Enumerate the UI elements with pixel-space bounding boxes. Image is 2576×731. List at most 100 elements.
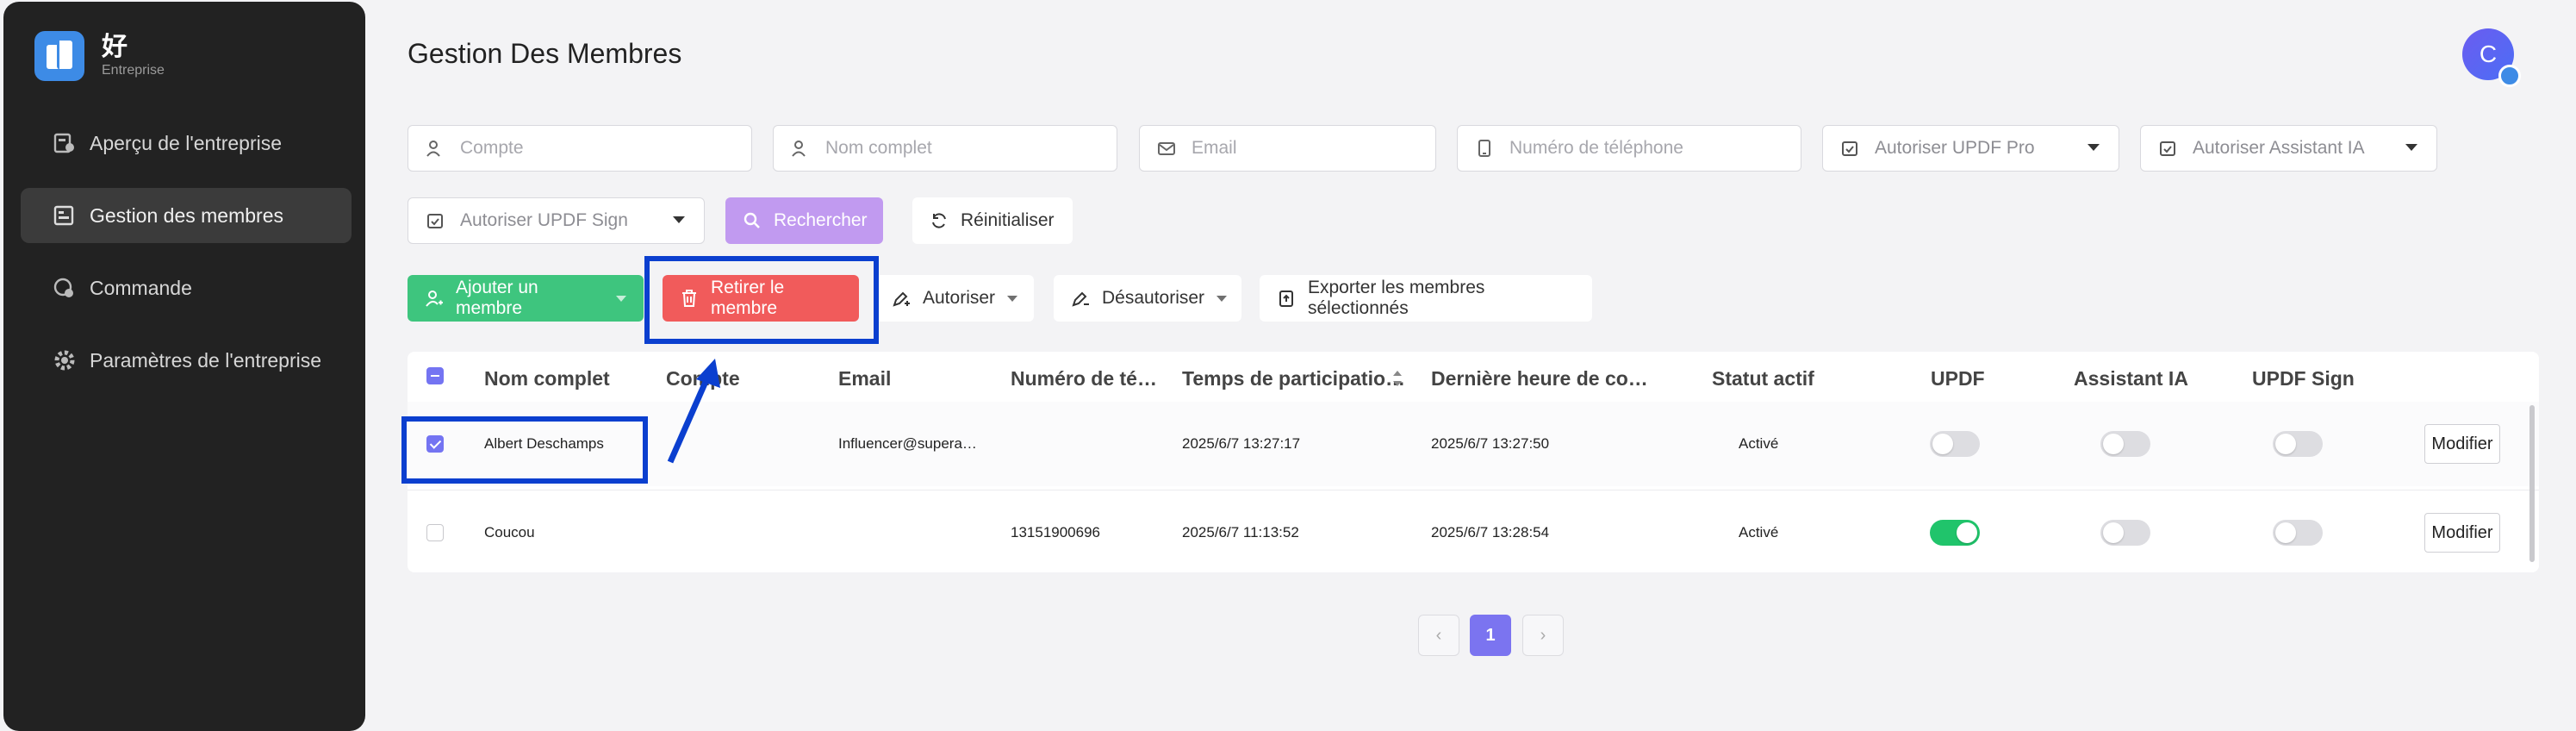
fullname-placeholder: Nom complet <box>825 138 932 158</box>
column-header[interactable]: Numéro de té… <box>1011 367 1157 390</box>
reset-button[interactable]: Réinitialiser <box>912 197 1073 244</box>
deauthorize-button[interactable]: Désautoriser <box>1054 275 1241 322</box>
annotation-highlight-box <box>644 256 879 344</box>
sidebar-item-members[interactable]: Gestion des membres <box>21 188 352 243</box>
user-icon <box>426 139 445 158</box>
select-all-checkbox[interactable] <box>426 367 444 384</box>
brand: 好 Entreprise <box>34 31 165 81</box>
edit-button[interactable]: Modifier <box>2424 513 2500 553</box>
column-header[interactable]: Temps de participatio… <box>1182 367 1405 390</box>
chevron-down-icon <box>2088 144 2100 151</box>
page-number-button[interactable]: 1 <box>1470 615 1511 656</box>
sort-icon[interactable] <box>1391 369 1403 392</box>
ai-select-value: Autoriser Assistant IA <box>2193 138 2365 158</box>
page-title: Gestion Des Membres <box>408 38 682 69</box>
sidebar-item-label: Paramètres de l'entreprise <box>90 348 322 372</box>
sidebar-item-label: Gestion des membres <box>90 203 283 227</box>
settings-gear-icon <box>53 349 76 372</box>
annotation-arrow-icon <box>667 359 720 464</box>
authorize-label: Autoriser <box>923 288 996 308</box>
column-header[interactable]: UPDF <box>1931 367 1985 390</box>
updf-sign-select-value: Autoriser UPDF Sign <box>460 210 628 230</box>
brand-logo-icon <box>34 31 84 81</box>
cell-phone: 13151900696 <box>1011 524 1101 540</box>
search-button-label: Rechercher <box>774 210 868 230</box>
chevron-down-icon <box>1007 295 1018 302</box>
search-icon <box>743 211 762 230</box>
search-button[interactable]: Rechercher <box>725 197 883 244</box>
column-header[interactable]: Email <box>838 367 891 390</box>
calendar-check-icon <box>1840 139 1859 158</box>
email-input[interactable]: Email <box>1139 125 1436 172</box>
chevron-down-icon <box>616 295 626 302</box>
pen-minus-icon <box>1071 289 1090 308</box>
cell-email: Influencer@supera… <box>838 435 977 452</box>
export-icon <box>1277 289 1296 308</box>
edit-button[interactable]: Modifier <box>2424 424 2500 464</box>
chevron-down-icon <box>673 216 685 223</box>
account-input[interactable]: Compte <box>408 125 752 172</box>
add-user-icon <box>425 289 444 308</box>
sidebar-item-label: Commande <box>90 276 192 299</box>
sign-toggle[interactable] <box>2273 431 2323 457</box>
table-scrollbar[interactable] <box>2529 405 2535 562</box>
cell-status: Activé <box>1739 524 1779 540</box>
brand-name: 好 <box>102 33 128 61</box>
column-header[interactable]: Nom complet <box>484 367 610 390</box>
sidebar-item-overview[interactable]: Aperçu de l'entreprise <box>21 116 352 171</box>
calendar-check-icon <box>426 211 445 230</box>
reset-button-label: Réinitialiser <box>961 210 1055 230</box>
updf-pro-select-value: Autoriser UPDF Pro <box>1875 138 2035 158</box>
overview-icon <box>53 132 76 154</box>
sidebar: 好 Entreprise Aperçu de l'entreprise Gest… <box>3 2 365 731</box>
sidebar-item-settings[interactable]: Paramètres de l'entreprise <box>21 333 352 388</box>
sidebar-item-order[interactable]: Commande <box>21 260 352 316</box>
row-checkbox[interactable] <box>426 524 444 541</box>
column-header[interactable]: UPDF Sign <box>2252 367 2355 390</box>
cell-last-login: 2025/6/7 13:28:54 <box>1431 524 1550 540</box>
sign-toggle[interactable] <box>2273 520 2323 546</box>
fullname-input[interactable]: Nom complet <box>773 125 1117 172</box>
deauthorize-label: Désautoriser <box>1102 288 1205 308</box>
user-icon <box>791 139 810 158</box>
refresh-icon <box>930 211 949 230</box>
chevron-down-icon <box>2405 144 2417 151</box>
phone-icon <box>1475 139 1494 158</box>
updf-sign-select[interactable]: Autoriser UPDF Sign <box>408 197 705 244</box>
sidebar-item-label: Aperçu de l'entreprise <box>90 131 283 154</box>
pen-plus-icon <box>892 289 911 308</box>
updf-toggle[interactable] <box>1930 520 1980 546</box>
avatar-badge-icon <box>2498 65 2521 87</box>
column-header[interactable]: Statut actif <box>1712 367 1814 390</box>
updf-pro-select[interactable]: Autoriser UPDF Pro <box>1822 125 2119 172</box>
chevron-down-icon <box>1216 295 1228 302</box>
add-member-label: Ajouter un membre <box>456 278 538 318</box>
column-header[interactable]: Assistant IA <box>2074 367 2188 390</box>
cell-joined: 2025/6/7 13:27:17 <box>1182 435 1301 452</box>
ai-select[interactable]: Autoriser Assistant IA <box>2140 125 2437 172</box>
cell-joined: 2025/6/7 11:13:52 <box>1182 524 1299 540</box>
phone-input[interactable]: Numéro de téléphone <box>1457 125 1801 172</box>
ai-toggle[interactable] <box>2100 431 2150 457</box>
table-row: Coucou 13151900696 2025/6/7 11:13:52 202… <box>408 490 2539 574</box>
members-icon <box>53 204 76 227</box>
annotation-highlight-box <box>401 416 648 484</box>
phone-placeholder: Numéro de téléphone <box>1509 138 1683 158</box>
column-header[interactable]: Dernière heure de co… <box>1431 367 1648 390</box>
add-member-button[interactable]: Ajouter un membre <box>408 275 644 322</box>
cell-last-login: 2025/6/7 13:27:50 <box>1431 435 1550 452</box>
brand-subtitle: Entreprise <box>102 63 165 78</box>
authorize-button[interactable]: Autoriser <box>874 275 1034 322</box>
export-button[interactable]: Exporter les membres sélectionnés <box>1260 275 1592 322</box>
updf-toggle[interactable] <box>1930 431 1980 457</box>
calendar-check-icon <box>2158 139 2177 158</box>
email-placeholder: Email <box>1192 138 1237 158</box>
next-page-button[interactable]: › <box>1522 615 1564 656</box>
cell-name: Coucou <box>484 524 535 540</box>
cell-status: Activé <box>1739 435 1779 452</box>
ai-toggle[interactable] <box>2100 520 2150 546</box>
export-label: Exporter les membres sélectionnés <box>1308 278 1485 318</box>
mail-icon <box>1157 139 1176 158</box>
order-icon <box>53 277 76 299</box>
prev-page-button[interactable]: ‹ <box>1418 615 1459 656</box>
